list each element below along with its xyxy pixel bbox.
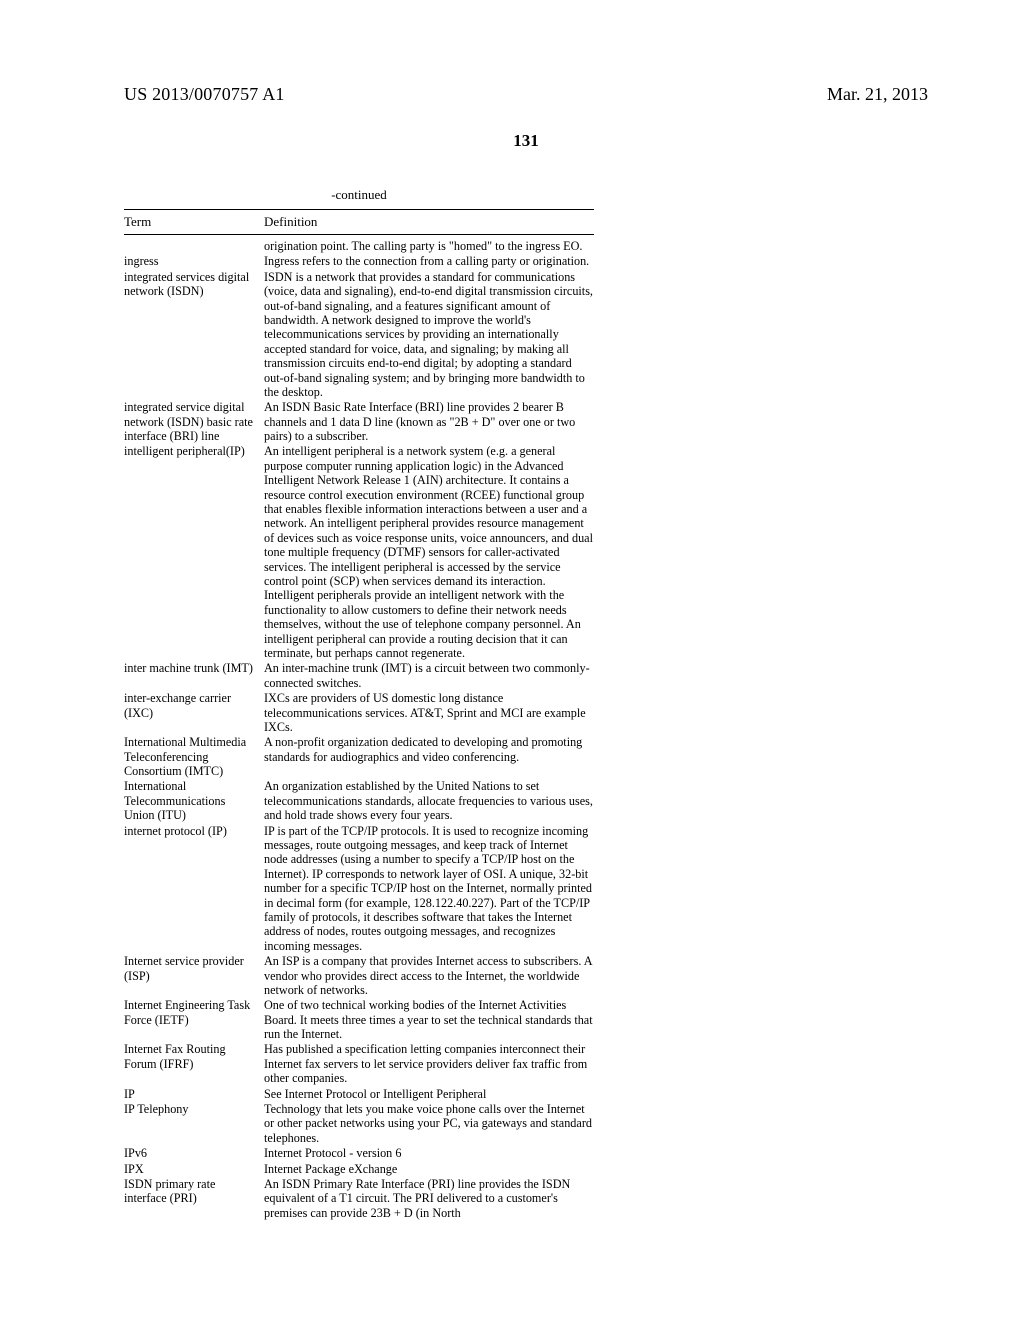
- table-row: Internet Engineering Task Force (IETF)On…: [124, 998, 594, 1041]
- definition-cell: IP is part of the TCP/IP protocols. It i…: [264, 824, 594, 954]
- publication-date: Mar. 21, 2013: [827, 84, 928, 105]
- definition-cell: An ISP is a company that provides Intern…: [264, 954, 594, 997]
- term-cell: IP: [124, 1087, 264, 1101]
- table-row: integrated service digital network (ISDN…: [124, 400, 594, 443]
- definition-cell: One of two technical working bodies of t…: [264, 998, 594, 1041]
- table-header-row: Term Definition: [124, 214, 594, 230]
- term-cell: ingress: [124, 254, 264, 268]
- definition-cell: A non-profit organization dedicated to d…: [264, 735, 594, 764]
- definition-cell: An ISDN Basic Rate Interface (BRI) line …: [264, 400, 594, 443]
- table-row: intelligent peripheral(IP)An intelligent…: [124, 444, 594, 660]
- table-body: origination point. The calling party is …: [124, 239, 594, 1220]
- term-cell: IP Telephony: [124, 1102, 264, 1116]
- term-cell: Internet service provider (ISP): [124, 954, 264, 983]
- table-row: integrated services digital network (ISD…: [124, 270, 594, 400]
- page-header: US 2013/0070757 A1 Mar. 21, 2013: [124, 84, 928, 105]
- table-row: Internet Fax Routing Forum (IFRF)Has pub…: [124, 1042, 594, 1085]
- definition-cell: An intelligent peripheral is a network s…: [264, 444, 594, 660]
- term-cell: internet protocol (IP): [124, 824, 264, 838]
- definition-cell: Has published a specification letting co…: [264, 1042, 594, 1085]
- definition-cell: Internet Package eXchange: [264, 1162, 594, 1176]
- table-row: International Multimedia Teleconferencin…: [124, 735, 594, 778]
- definition-cell: An ISDN Primary Rate Interface (PRI) lin…: [264, 1177, 594, 1220]
- term-cell: ISDN primary rate interface (PRI): [124, 1177, 264, 1206]
- definition-cell: An organization established by the Unite…: [264, 779, 594, 822]
- term-cell: IPX: [124, 1162, 264, 1176]
- definition-cell: Ingress refers to the connection from a …: [264, 254, 594, 268]
- definition-cell: ISDN is a network that provides a standa…: [264, 270, 594, 400]
- table-row: IP TelephonyTechnology that lets you mak…: [124, 1102, 594, 1145]
- glossary-table: -continued Term Definition origination p…: [124, 187, 594, 1220]
- table-row: origination point. The calling party is …: [124, 239, 594, 253]
- publication-number: US 2013/0070757 A1: [124, 84, 285, 105]
- term-cell: inter machine trunk (IMT): [124, 661, 264, 675]
- table-row: ingressIngress refers to the connection …: [124, 254, 594, 268]
- definition-cell: IXCs are providers of US domestic long d…: [264, 691, 594, 734]
- table-row: IPSee Internet Protocol or Intelligent P…: [124, 1087, 594, 1101]
- term-cell: intelligent peripheral(IP): [124, 444, 264, 458]
- table-row: IPv6Internet Protocol - version 6: [124, 1146, 594, 1160]
- table-row: inter machine trunk (IMT)An inter-machin…: [124, 661, 594, 690]
- term-cell: Internet Engineering Task Force (IETF): [124, 998, 264, 1027]
- term-cell: inter-exchange carrier (IXC): [124, 691, 264, 720]
- table-row: internet protocol (IP)IP is part of the …: [124, 824, 594, 954]
- definition-cell: See Internet Protocol or Intelligent Per…: [264, 1087, 594, 1101]
- term-cell: Internet Fax Routing Forum (IFRF): [124, 1042, 264, 1071]
- col-header-definition: Definition: [264, 214, 594, 230]
- patent-page: US 2013/0070757 A1 Mar. 21, 2013 131 -co…: [0, 0, 1024, 1261]
- table-row: ISDN primary rate interface (PRI)An ISDN…: [124, 1177, 594, 1220]
- term-cell: integrated service digital network (ISDN…: [124, 400, 264, 443]
- table-rule-top: [124, 209, 594, 210]
- definition-cell: An inter-machine trunk (IMT) is a circui…: [264, 661, 594, 690]
- table-row: Internet service provider (ISP)An ISP is…: [124, 954, 594, 997]
- table-row: IPXInternet Package eXchange: [124, 1162, 594, 1176]
- col-header-term: Term: [124, 214, 264, 230]
- term-cell: International Telecommunications Union (…: [124, 779, 264, 822]
- page-number: 131: [124, 131, 928, 151]
- table-row: International Telecommunications Union (…: [124, 779, 594, 822]
- term-cell: International Multimedia Teleconferencin…: [124, 735, 264, 778]
- definition-cell: Internet Protocol - version 6: [264, 1146, 594, 1160]
- term-cell: IPv6: [124, 1146, 264, 1160]
- table-rule-head: [124, 234, 594, 235]
- definition-cell: Technology that lets you make voice phon…: [264, 1102, 594, 1145]
- table-row: inter-exchange carrier (IXC)IXCs are pro…: [124, 691, 594, 734]
- definition-cell: origination point. The calling party is …: [264, 239, 594, 253]
- continued-label: -continued: [124, 187, 594, 203]
- term-cell: integrated services digital network (ISD…: [124, 270, 264, 299]
